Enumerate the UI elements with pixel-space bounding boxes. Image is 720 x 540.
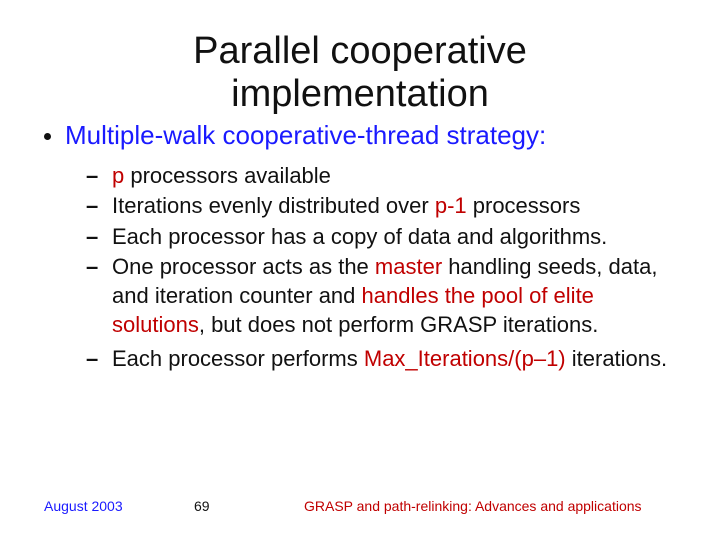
dash-icon: – xyxy=(86,345,100,374)
dash-icon: – xyxy=(86,192,100,221)
dash-icon: – xyxy=(86,223,100,252)
list-item: – Each processor has a copy of data and … xyxy=(86,223,676,252)
dash-icon: – xyxy=(86,253,100,282)
list-item-text: Iterations evenly distributed over p-1 p… xyxy=(112,192,580,221)
list-item-text: Each processor performs Max_Iterations/(… xyxy=(112,345,667,374)
slide: Parallel cooperative implementation Mult… xyxy=(0,0,720,540)
sub-list: – p processors available – Iterations ev… xyxy=(86,162,676,374)
footer: August 2003 69 GRASP and path-relinking:… xyxy=(44,498,676,514)
main-bullet-text: Multiple-walk cooperative-thread strateg… xyxy=(65,119,546,152)
list-item: – p processors available xyxy=(86,162,676,191)
slide-title: Parallel cooperative implementation xyxy=(44,30,676,115)
title-line-1: Parallel cooperative xyxy=(193,30,527,72)
list-item: – Iterations evenly distributed over p-1… xyxy=(86,192,676,221)
list-item: – Each processor performs Max_Iterations… xyxy=(86,345,676,374)
main-bullet: Multiple-walk cooperative-thread strateg… xyxy=(44,119,676,152)
list-item: – One processor acts as the master handl… xyxy=(86,253,676,339)
footer-page: 69 xyxy=(194,498,304,514)
bullet-dot-icon xyxy=(44,133,51,140)
footer-date: August 2003 xyxy=(44,498,194,514)
footer-source: GRASP and path-relinking: Advances and a… xyxy=(304,498,676,514)
list-item-text: p processors available xyxy=(112,162,331,191)
title-line-2: implementation xyxy=(231,73,489,115)
dash-icon: – xyxy=(86,162,100,191)
list-item-text: One processor acts as the master handlin… xyxy=(112,253,676,339)
list-item-text: Each processor has a copy of data and al… xyxy=(112,223,607,252)
